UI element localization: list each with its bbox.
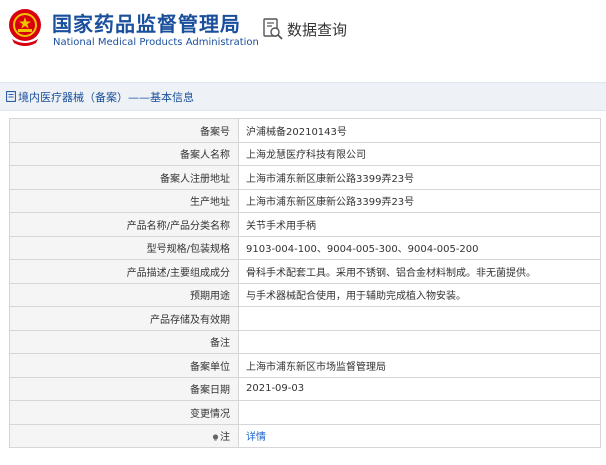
field-value: 关节手术用手柄 [238, 212, 601, 237]
data-query-icon [263, 18, 283, 40]
field-label: 备案人名称 [9, 141, 239, 166]
national-emblem-icon [9, 9, 41, 46]
field-label: 产品描述/主要组成成分 [9, 259, 239, 284]
field-label: 备案日期 [9, 376, 239, 401]
breadcrumb: 境内医疗器械（备案）——基本信息 [0, 82, 606, 111]
field-label: 产品名称/产品分类名称 [9, 212, 239, 237]
table-row: 备案号 沪浦械备20210143号 [9, 118, 601, 143]
site-header: 国家药品监督管理局 National Medical Products Admi… [0, 0, 606, 60]
table-row: 产品名称/产品分类名称 关节手术用手柄 [9, 212, 601, 237]
field-label: 产品存储及有效期 [9, 306, 239, 331]
field-value: 9103-004-100、9004-005-300、9004-005-200 [238, 235, 601, 260]
lightbulb-icon [212, 434, 219, 441]
field-value [238, 400, 601, 425]
org-name-cn: 国家药品监督管理局 [52, 12, 241, 36]
table-row: 生产地址 上海市浦东新区康新公路3399弄23号 [9, 188, 601, 213]
table-row: 备案单位 上海市浦东新区市场监督管理局 [9, 353, 601, 378]
field-value: 上海龙慧医疗科技有限公司 [238, 141, 601, 166]
table-row: 型号规格/包装规格 9103-004-100、9004-005-300、9004… [9, 235, 601, 260]
page: 国家药品监督管理局 National Medical Products Admi… [0, 0, 606, 465]
field-label-note: 注 [9, 423, 239, 448]
field-label: 备案人注册地址 [9, 165, 239, 190]
details-link[interactable]: 详情 [246, 432, 266, 443]
field-label: 型号规格/包装规格 [9, 235, 239, 260]
table-row: 变更情况 [9, 400, 601, 425]
field-value: 与手术器械配合使用，用于辅助完成植入物安装。 [238, 282, 601, 307]
field-label: 生产地址 [9, 188, 239, 213]
field-value: 骨科手术配套工具。采用不锈钢、铝合金材料制成。非无菌提供。 [238, 259, 601, 284]
table-row: 注 详情 [9, 423, 601, 448]
field-value: 上海市浦东新区康新公路3399弄23号 [238, 165, 601, 190]
field-value [238, 306, 601, 331]
field-label: 预期用途 [9, 282, 239, 307]
document-icon [6, 91, 16, 102]
field-value: 上海市浦东新区康新公路3399弄23号 [238, 188, 601, 213]
org-name-en: National Medical Products Administration [53, 37, 259, 48]
field-label: 备案号 [9, 118, 239, 143]
table-row: 产品存储及有效期 [9, 306, 601, 331]
field-label: 备注 [9, 329, 239, 354]
field-value: 沪浦械备20210143号 [238, 118, 601, 143]
field-value: 2021-09-03 [238, 376, 601, 401]
field-value: 上海市浦东新区市场监督管理局 [238, 353, 601, 378]
table-row: 备案人注册地址 上海市浦东新区康新公路3399弄23号 [9, 165, 601, 190]
breadcrumb-text: 境内医疗器械（备案）——基本信息 [18, 91, 194, 104]
table-row: 预期用途 与手术器械配合使用，用于辅助完成植入物安装。 [9, 282, 601, 307]
table-row: 备案人名称 上海龙慧医疗科技有限公司 [9, 141, 601, 166]
table-row: 备案日期 2021-09-03 [9, 376, 601, 401]
table-row: 产品描述/主要组成成分 骨科手术配套工具。采用不锈钢、铝合金材料制成。非无菌提供… [9, 259, 601, 284]
field-label: 变更情况 [9, 400, 239, 425]
field-label: 备案单位 [9, 353, 239, 378]
data-query-title: 数据查询 [287, 21, 348, 39]
field-value: 详情 [238, 423, 601, 448]
note-label: 注 [220, 432, 230, 444]
record-detail-table: 备案号 沪浦械备20210143号 备案人名称 上海龙慧医疗科技有限公司 备案人… [9, 118, 601, 448]
table-row: 备注 [9, 329, 601, 354]
field-value [238, 329, 601, 354]
